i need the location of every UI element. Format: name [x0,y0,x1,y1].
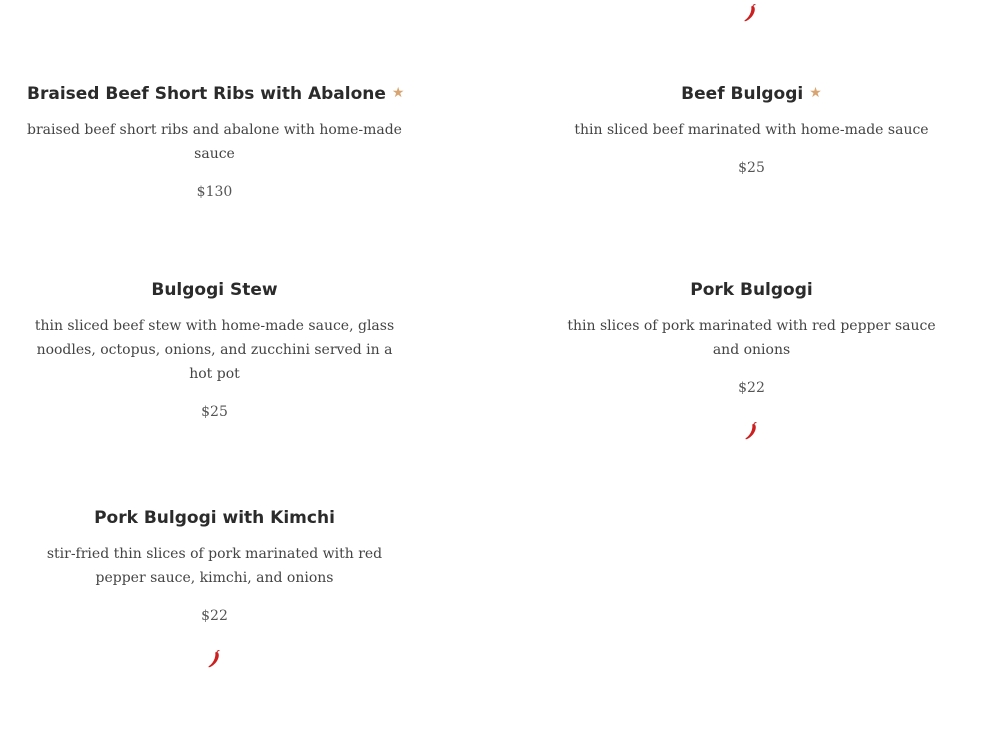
item-price: $22 [201,608,228,624]
item-description: thin sliced beef marinated with home-mad… [574,122,929,138]
item-title: Braised Beef Short Ribs with Abalone ★ [27,84,405,104]
item-description: braised beef short ribs and abalone with… [27,122,402,162]
item-price: $22 [738,380,765,396]
item-title: Pork Bulgogi with Kimchi [94,508,335,528]
menu-item: Pork Bulgogi thin slices of pork marinat… [564,278,939,441]
item-price: $25 [201,404,228,420]
item-title: Bulgogi Stew [151,280,278,300]
menu-item: Beef Bulgogi ★ thin sliced beef marinated… [564,81,939,177]
chili-pepper-icon [744,4,756,22]
menu-item: Bulgogi Stew thin sliced beef stew with … [27,278,402,421]
chili-pepper-icon [744,422,757,440]
item-price: $25 [738,160,765,176]
item-price: $130 [196,184,233,200]
item-title: Beef Bulgogi ★ [681,84,822,104]
item-description: stir-fried thin slices of pork marinated… [46,546,383,586]
item-description: thin sliced beef stew with home-made sau… [34,318,395,382]
star-icon: ★ [391,85,405,101]
item-description: thin slices of pork marinated with red p… [567,318,936,358]
star-icon: ★ [809,85,822,101]
chili-pepper-icon [207,650,220,668]
menu-item: Pork Bulgogi with Kimchi stir-fried thin… [27,506,402,669]
menu-item: Braised Beef Short Ribs with Abalone ★ br… [27,81,405,201]
item-title: Pork Bulgogi [690,280,813,300]
